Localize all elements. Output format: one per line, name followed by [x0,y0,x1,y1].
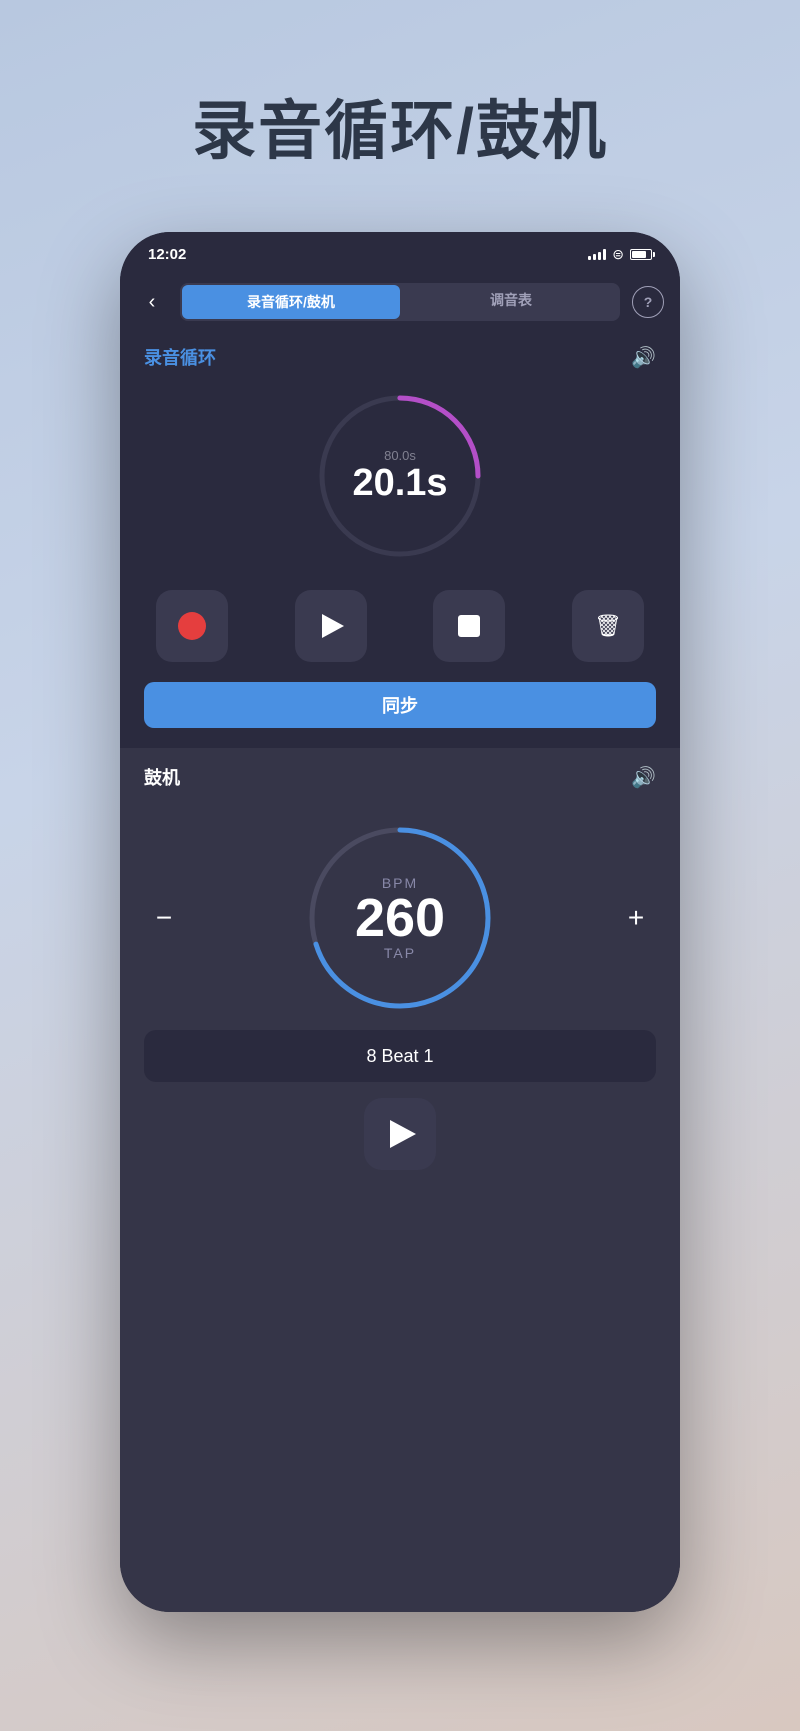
play-icon [322,614,344,638]
back-button[interactable]: ‹ [136,286,168,318]
delete-button[interactable]: 🗑 [572,590,644,662]
drum-play-button[interactable] [364,1098,436,1170]
wifi-icon: ⊜ [612,246,624,263]
record-section-header: 录音循环 🔊 [144,344,656,370]
record-total-time: 80.0s [384,448,416,463]
sync-button[interactable]: 同步 [144,682,656,728]
bpm-row: − BPM 260 TAP + [144,818,656,1018]
record-volume-icon[interactable]: 🔊 [631,345,656,370]
drum-section: 鼓机 🔊 − BPM 260 TAP + 8 [120,748,680,1612]
bpm-circle: BPM 260 TAP [300,818,500,1018]
play-button[interactable] [295,590,367,662]
record-current-time: 20.1s [352,463,447,505]
record-time-display: 80.0s 20.1s [310,386,490,566]
signal-icon [588,248,606,260]
drum-play-container [144,1098,656,1170]
bpm-increase-button[interactable]: + [616,898,656,938]
drum-volume-icon[interactable]: 🔊 [631,765,656,790]
status-time: 12:02 [148,246,186,263]
status-bar: 12:02 ⊜ [120,232,680,276]
stop-icon [458,615,480,637]
drum-section-header: 鼓机 🔊 [144,764,656,790]
beat-selector[interactable]: 8 Beat 1 [144,1030,656,1082]
phone-mockup: 12:02 ⊜ ‹ 录音循环/鼓机 调音表 ? 录音循环 🔊 [120,232,680,1612]
record-circle: 80.0s 20.1s [310,386,490,566]
bpm-tap-button[interactable]: BPM 260 TAP [300,818,500,1018]
record-controls: 🗑 [144,590,656,662]
record-dot-icon [178,612,206,640]
battery-icon [630,249,652,260]
record-button[interactable] [156,590,228,662]
nav-tabs: 录音循环/鼓机 调音表 [180,283,620,321]
stop-button[interactable] [433,590,505,662]
drum-section-label: 鼓机 [144,764,180,790]
bpm-decrease-button[interactable]: − [144,898,184,938]
record-section: 录音循环 🔊 80.0s 20.1s [120,328,680,748]
drum-play-icon [390,1120,416,1148]
trash-icon: 🗑 [594,613,622,639]
record-progress-container: 80.0s 20.1s [144,386,656,566]
tab-tuner[interactable]: 调音表 [402,283,620,317]
tab-record-loop[interactable]: 录音循环/鼓机 [182,285,400,319]
page-title: 录音循环/鼓机 [192,80,608,172]
bpm-value: 260 [355,891,445,945]
tap-label: TAP [384,945,416,961]
record-section-label: 录音循环 [144,344,216,370]
nav-bar: ‹ 录音循环/鼓机 调音表 ? [120,276,680,328]
status-icons: ⊜ [588,246,652,263]
help-button[interactable]: ? [632,286,664,318]
